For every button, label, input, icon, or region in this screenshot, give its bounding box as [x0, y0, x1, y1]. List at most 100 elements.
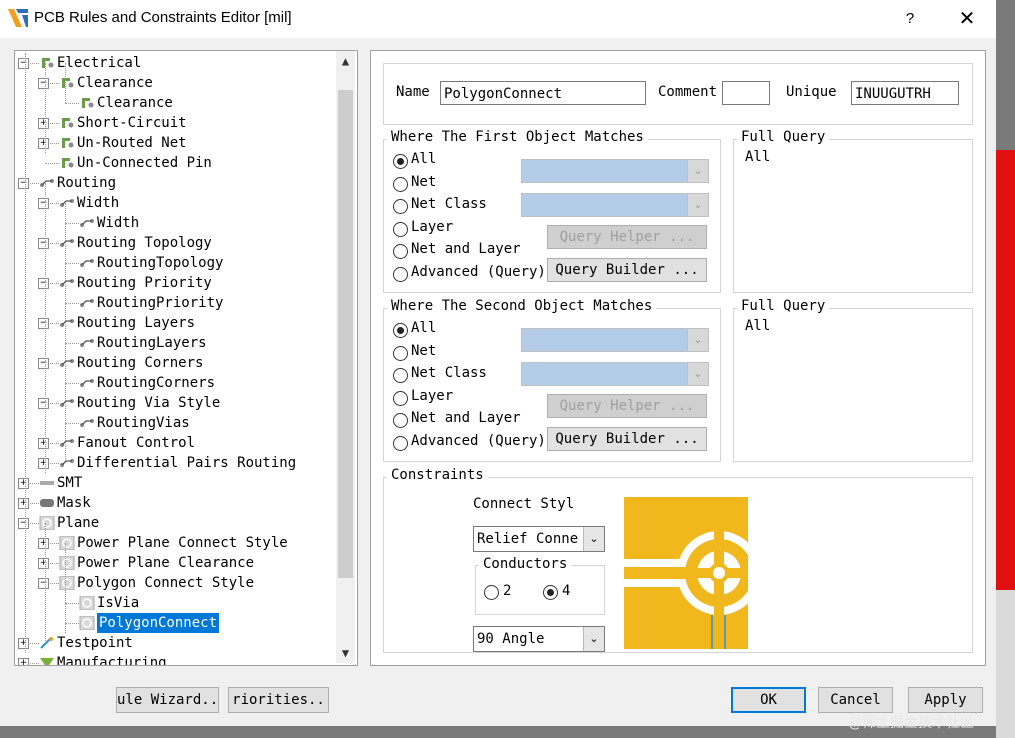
tree-node-label: Manufacturing [57, 655, 167, 666]
tree-node[interactable]: − Width [15, 193, 335, 213]
tree-connector-line [65, 263, 79, 264]
expand-icon[interactable]: + [18, 658, 29, 665]
tree-node[interactable]: IsVia [15, 593, 335, 613]
second-option-radio[interactable] [393, 390, 408, 406]
second-option-radio[interactable] [393, 323, 408, 338]
tree-node[interactable]: − Clearance [15, 73, 335, 93]
collapse-icon[interactable]: − [18, 58, 29, 69]
comment-field[interactable] [722, 81, 770, 105]
expand-icon[interactable]: + [18, 478, 29, 489]
second-net-combo[interactable]: ⌄ [521, 328, 709, 352]
first-option-radio[interactable] [393, 221, 408, 237]
help-button[interactable]: ? [898, 6, 922, 32]
second-option-radio[interactable] [393, 436, 408, 451]
tree-node[interactable]: − Routing Topology [15, 233, 335, 253]
collapse-icon[interactable]: − [38, 318, 49, 329]
tree-node[interactable]: − Routing [15, 173, 335, 193]
rule-wizard-button[interactable]: ule Wizard.. [116, 687, 219, 713]
routing-icon [79, 216, 95, 230]
expand-icon[interactable]: + [38, 438, 49, 449]
collapse-icon[interactable]: − [38, 278, 49, 289]
tree-node[interactable]: + Differential Pairs Routing [15, 453, 335, 473]
tree-node[interactable]: + Testpoint [15, 633, 335, 653]
ok-button[interactable]: OK [731, 687, 806, 713]
tree-node[interactable]: RoutingPriority [15, 293, 335, 313]
tree-node[interactable]: RoutingLayers [15, 333, 335, 353]
apply-button[interactable]: Apply [908, 687, 983, 713]
tree-node[interactable]: − Routing Priority [15, 273, 335, 293]
collapse-icon[interactable]: − [18, 178, 29, 189]
tree-node[interactable]: − Routing Corners [15, 353, 335, 373]
tree-node-label: Plane [57, 515, 100, 531]
expand-icon[interactable]: + [38, 538, 49, 549]
rule-tree[interactable]: − Electrical − Clearance Clearance + Short-Cir… [14, 50, 358, 666]
expand-icon[interactable]: + [18, 498, 29, 509]
expand-icon[interactable]: + [38, 558, 49, 569]
tree-node[interactable]: PolygonConnect [15, 613, 335, 633]
second-query-helper-button[interactable]: Query Helper ... [547, 394, 707, 418]
tree-connector-line [65, 603, 79, 604]
tree-node[interactable]: + Mask [15, 493, 335, 513]
scroll-up-icon[interactable]: ▲ [336, 52, 355, 70]
tree-node[interactable]: RoutingVias [15, 413, 335, 433]
second-netclass-combo[interactable]: ⌄ [521, 362, 709, 386]
tree-node-label: Routing Priority [77, 275, 212, 291]
tree-scrollbar-thumb[interactable] [338, 90, 353, 578]
tree-node[interactable]: + Fanout Control [15, 433, 335, 453]
scroll-down-icon[interactable]: ▼ [336, 644, 355, 662]
collapse-icon[interactable]: − [38, 238, 49, 249]
name-field[interactable]: PolygonConnect [440, 81, 646, 105]
first-query-builder-button[interactable]: Query Builder ... [547, 258, 707, 282]
conductors-2-radio[interactable] [484, 585, 499, 600]
tree-node[interactable]: Un-Connected Pin [15, 153, 335, 173]
close-button[interactable]: ✕ [954, 6, 980, 32]
tree-node-label: Short-Circuit [77, 115, 187, 131]
tree-node-label: RoutingVias [97, 415, 190, 431]
title-bar: PCB Rules and Constraints Editor [mil] ?… [0, 0, 996, 38]
tree-node[interactable]: − Routing Via Style [15, 393, 335, 413]
first-query-helper-button[interactable]: Query Helper ... [547, 225, 707, 249]
electrical-icon [79, 96, 95, 110]
collapse-icon[interactable]: − [38, 578, 49, 589]
connect-style-select[interactable]: Relief Conne ⌄ [473, 526, 605, 552]
plane-icon [39, 515, 55, 531]
collapse-icon[interactable]: − [18, 518, 29, 529]
tree-node[interactable]: − Electrical [15, 53, 335, 73]
expand-icon[interactable]: + [38, 118, 49, 129]
tree-node[interactable]: + SMT [15, 473, 335, 493]
tree-node[interactable]: + Un-Routed Net [15, 133, 335, 153]
tree-node[interactable]: − Plane [15, 513, 335, 533]
first-netclass-combo[interactable]: ⌄ [521, 193, 709, 217]
tree-node[interactable]: + Manufacturing [15, 653, 335, 666]
tree-node[interactable]: Width [15, 213, 335, 233]
tree-node[interactable]: + Power Plane Connect Style [15, 533, 335, 553]
collapse-icon[interactable]: − [38, 198, 49, 209]
first-net-combo[interactable]: ⌄ [521, 159, 709, 183]
first-option-radio[interactable] [393, 154, 408, 169]
tree-node[interactable]: + Power Plane Clearance [15, 553, 335, 573]
first-option-label: Layer [411, 218, 454, 235]
tree-node[interactable]: − Polygon Connect Style [15, 573, 335, 593]
expand-icon[interactable]: + [38, 458, 49, 469]
conductors-4-radio[interactable] [543, 585, 558, 600]
collapse-icon[interactable]: − [38, 358, 49, 369]
tree-node[interactable]: RoutingTopology [15, 253, 335, 273]
second-option-radio[interactable] [393, 345, 408, 361]
collapse-icon[interactable]: − [38, 78, 49, 89]
unique-id-field[interactable]: INUUGUTRH [851, 81, 959, 105]
collapse-icon[interactable]: − [38, 398, 49, 409]
routing-icon [79, 296, 95, 310]
second-query-builder-button[interactable]: Query Builder ... [547, 427, 707, 451]
tree-node[interactable]: − Routing Layers [15, 313, 335, 333]
angle-select[interactable]: 90 Angle ⌄ [473, 626, 605, 652]
tree-node[interactable]: + Short-Circuit [15, 113, 335, 133]
expand-icon[interactable]: + [38, 138, 49, 149]
priorities-button[interactable]: riorities.. [228, 687, 329, 713]
routing-icon [59, 196, 75, 210]
cancel-button[interactable]: Cancel [818, 687, 893, 713]
first-option-radio[interactable] [393, 176, 408, 192]
first-option-radio[interactable] [393, 267, 408, 282]
expand-icon[interactable]: + [18, 638, 29, 649]
tree-node[interactable]: Clearance [15, 93, 335, 113]
tree-node[interactable]: RoutingCorners [15, 373, 335, 393]
